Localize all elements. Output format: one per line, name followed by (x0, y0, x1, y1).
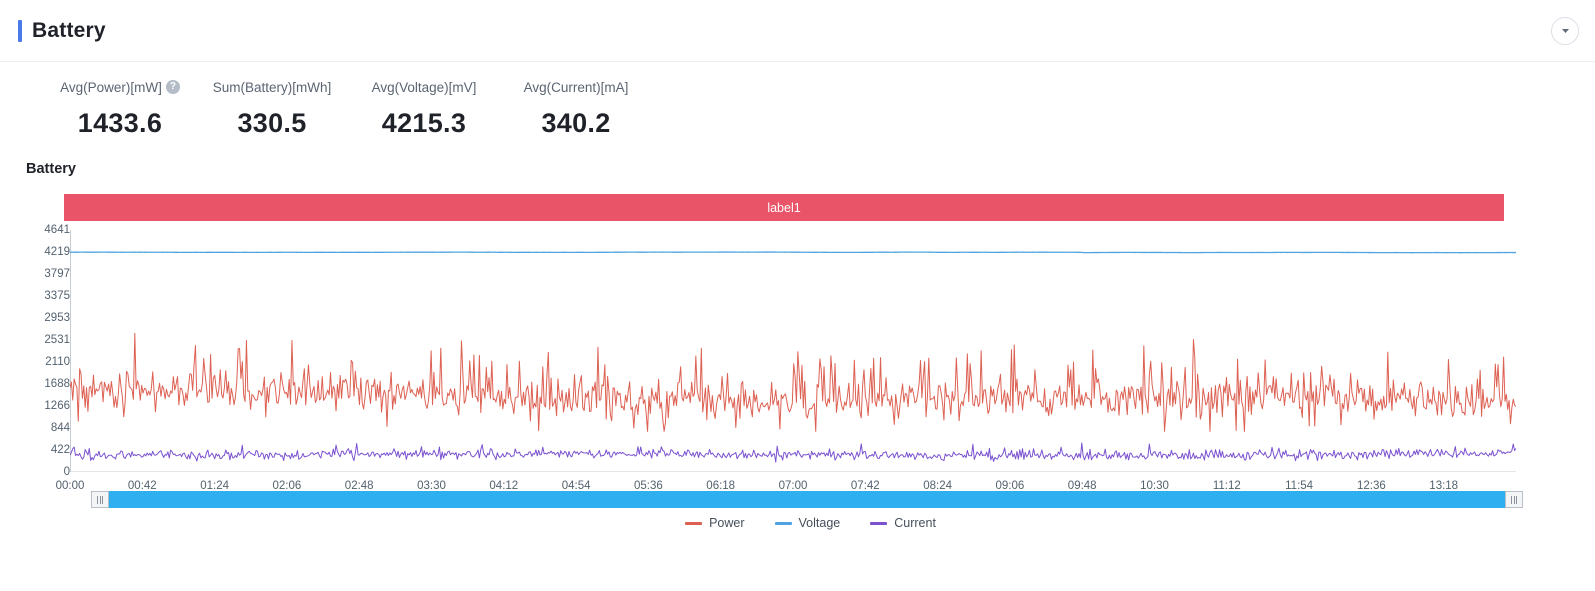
y-axis-tick: 844 (50, 421, 70, 434)
legend-swatch (685, 521, 703, 525)
kpi-label-text: Sum(Battery)[mWh] (212, 79, 332, 95)
kpi-1: Sum(Battery)[mWh] 330.5 (196, 78, 348, 139)
kpi-value: 4215.3 (381, 108, 467, 138)
y-axis-tick: 1688 (44, 377, 70, 390)
kpi-label: Avg(Power)[mW]? (44, 78, 196, 96)
label-band-text: label1 (767, 200, 801, 215)
label-band[interactable]: label1 (64, 194, 1504, 221)
series-line-power (70, 332, 1516, 432)
kpi-value: 340.2 (541, 108, 611, 138)
kpi-value: 330.5 (237, 108, 307, 138)
legend-swatch (774, 521, 792, 525)
range-slider-handle-left[interactable] (91, 491, 109, 508)
kpi-0: Avg(Power)[mW]? 1433.6 (44, 78, 196, 139)
y-axis-tick: 2110 (45, 355, 70, 368)
y-axis-tick: 3375 (44, 290, 70, 302)
chevron-down-icon (1561, 29, 1569, 33)
help-icon[interactable]: ? (165, 80, 180, 94)
kpi-2: Avg(Voltage)[mV] 4215.3 (348, 78, 500, 139)
legend-item-voltage[interactable]: Voltage (774, 516, 841, 530)
title-accent-bar (18, 19, 22, 42)
legend-label: Power (709, 516, 745, 530)
series-line-current (70, 442, 1516, 463)
legend-label: Current (894, 516, 936, 530)
y-axis-tick: 4641 (44, 224, 70, 236)
legend-label: Voltage (798, 516, 841, 530)
kpi-label-text: Avg(Current)[mA] (523, 79, 629, 95)
grip-line (1513, 495, 1515, 504)
plot-wrapper: 0 422 844 1266 1688 2110 2531 2953 3375 3797 4219 4… (26, 224, 1516, 492)
chart-area: label1 0 422 844 1266 1688 2110 2531 2953 3375 37… (26, 194, 1595, 554)
chart-section: Battery label1 0 422 844 1266 1688 2110 2531 29… (0, 161, 1595, 554)
range-slider-track[interactable] (92, 491, 1522, 508)
kpi-label-text: Avg(Power)[mW] (60, 79, 162, 95)
legend-item-current[interactable]: Current (870, 516, 936, 530)
axis-lines (70, 230, 1516, 472)
chart-heading: Battery (26, 161, 76, 177)
grip-line (1516, 495, 1517, 504)
kpi-label: Sum(Battery)[mWh] (196, 78, 348, 96)
kpi-3: Avg(Current)[mA] 340.2 (500, 78, 652, 139)
kpi-value: 1433.6 (77, 108, 163, 138)
grip-line (97, 495, 98, 504)
legend-item-power[interactable]: Power (685, 516, 745, 530)
series-line-voltage (70, 251, 1516, 254)
battery-line-chart[interactable] (70, 230, 1516, 472)
chart-range-slider[interactable] (91, 491, 1523, 508)
y-axis: 0 422 844 1266 1688 2110 2531 2953 3375 3797 4219 4… (26, 224, 70, 478)
range-slider-handle-right[interactable] (1505, 491, 1523, 508)
y-axis-tick: 3797 (44, 268, 70, 280)
grip-line (99, 495, 101, 504)
y-axis-tick: 1266 (44, 399, 70, 412)
y-axis-tick: 422 (50, 443, 70, 456)
kpi-label-text: Avg(Voltage)[mV] (371, 79, 477, 95)
y-axis-tick: 2531 (44, 334, 70, 347)
chart-legend: Power Voltage Current (26, 516, 1595, 530)
y-axis-tick: 2953 (44, 312, 70, 325)
kpi-label: Avg(Voltage)[mV] (348, 78, 500, 96)
legend-swatch (870, 521, 888, 525)
kpi-strip: Avg(Power)[mW]? 1433.6 Sum(Battery)[mWh] 33… (0, 62, 1595, 139)
page-title: Battery (32, 18, 106, 42)
grip-line (1511, 495, 1512, 504)
kpi-label: Avg(Current)[mA] (500, 78, 652, 96)
collapse-panel-button[interactable] (1551, 16, 1579, 45)
y-axis-tick: 4219 (44, 246, 70, 258)
grip-line (102, 495, 103, 504)
x-axis-tick: 00:00 (55, 480, 85, 492)
panel-header: Battery (0, 0, 1595, 62)
